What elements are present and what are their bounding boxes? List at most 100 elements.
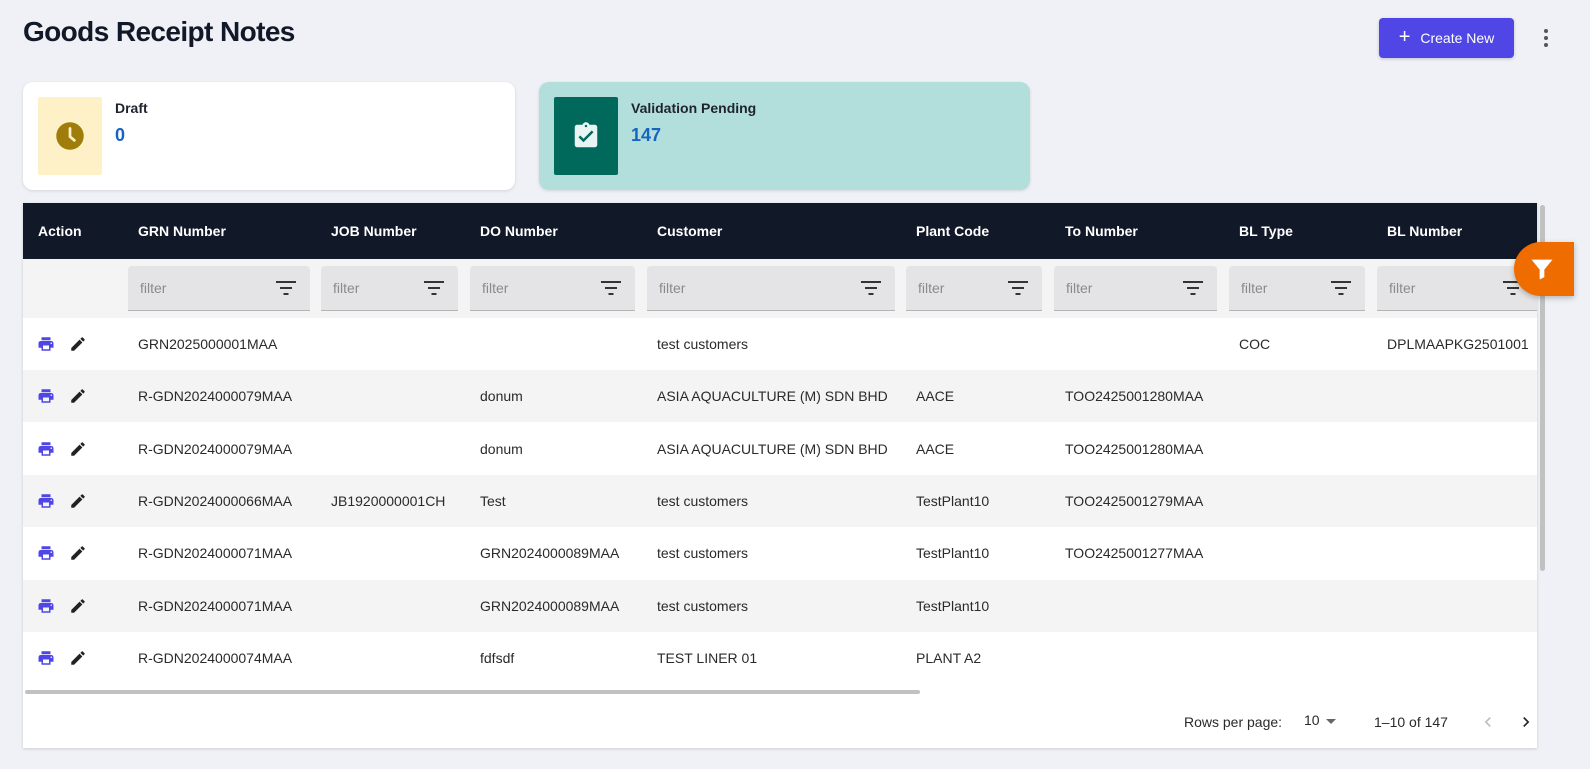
- table-row[interactable]: R-GDN2024000079MAA donum ASIA AQUACULTURE …: [23, 422, 1537, 475]
- cell-to: TOO2425001277MAA: [1065, 545, 1204, 562]
- filter-placeholder: filter: [1066, 280, 1093, 296]
- print-icon[interactable]: [37, 544, 55, 567]
- print-icon[interactable]: [37, 387, 55, 410]
- validation-pending-label: Validation Pending: [631, 100, 757, 116]
- more-vert-icon: [1544, 29, 1548, 33]
- cell-plant: TestPlant10: [916, 492, 990, 509]
- previous-page-button[interactable]: [1478, 712, 1498, 737]
- table-row[interactable]: R-GDN2024000066MAA JB1920000001CH Test test…: [23, 474, 1537, 527]
- filter-input-bl-number[interactable]: filter: [1377, 266, 1537, 311]
- table-header: Action GRN Number JOB Number DO Number C…: [23, 203, 1537, 259]
- filter-placeholder: filter: [918, 280, 945, 296]
- caret-down-icon: [1325, 718, 1336, 724]
- filter-input-job[interactable]: filter: [321, 266, 458, 311]
- filter-list-icon[interactable]: [276, 280, 296, 301]
- column-header-grn-number[interactable]: GRN Number: [138, 203, 226, 259]
- column-header-plant-code[interactable]: Plant Code: [916, 203, 989, 259]
- funnel-icon: [1531, 259, 1553, 280]
- cell-customer: test customers: [657, 597, 749, 614]
- edit-icon[interactable]: [69, 440, 87, 463]
- cell-grn: R-GDN2024000074MAA: [138, 649, 293, 666]
- next-page-button[interactable]: [1516, 712, 1536, 737]
- chevron-right-icon: [1523, 717, 1530, 727]
- table-row[interactable]: GRN2025000001MAA test customers COC DPLMAAP…: [23, 318, 1537, 370]
- filter-placeholder: filter: [659, 280, 686, 296]
- validation-pending-count: 147: [631, 125, 662, 145]
- column-header-action: Action: [38, 223, 82, 239]
- table-row[interactable]: R-GDN2024000071MAA GRN2024000089MAA test c…: [23, 579, 1537, 632]
- rows-per-page-value: 10: [1304, 712, 1320, 728]
- print-icon[interactable]: [37, 492, 55, 515]
- cell-customer: ASIA AQUACULTURE (M) SDN BHD: [657, 388, 888, 405]
- cell-do: Test: [480, 492, 506, 509]
- filter-input-to[interactable]: filter: [1054, 266, 1217, 311]
- cell-customer: test customers: [657, 492, 749, 509]
- edit-icon[interactable]: [69, 492, 87, 515]
- cell-to: TOO2425001280MAA: [1065, 388, 1204, 405]
- cell-do: GRN2024000089MAA: [480, 545, 620, 562]
- rows-per-page-label: Rows per page:: [1184, 714, 1283, 730]
- cell-plant: TestPlant10: [916, 597, 990, 614]
- chevron-left-icon: [1484, 717, 1491, 727]
- cell-customer: ASIA AQUACULTURE (M) SDN BHD: [657, 440, 888, 457]
- filter-list-icon[interactable]: [1008, 280, 1028, 301]
- column-header-do-number[interactable]: DO Number: [480, 203, 558, 259]
- print-icon[interactable]: [37, 440, 55, 463]
- filter-input-do[interactable]: filter: [470, 266, 635, 311]
- filter-input-customer[interactable]: filter: [647, 266, 895, 311]
- filter-list-icon[interactable]: [1183, 280, 1203, 301]
- edit-icon[interactable]: [69, 597, 87, 620]
- filter-list-icon[interactable]: [1331, 280, 1351, 301]
- create-new-label: Create New: [1420, 30, 1495, 46]
- pending-icon-box: [554, 97, 618, 175]
- cell-grn: GRN2025000001MAA: [138, 336, 278, 352]
- validation-pending-card[interactable]: Validation Pending 147: [539, 82, 1030, 190]
- filter-placeholder: filter: [1389, 280, 1416, 296]
- edit-icon[interactable]: [69, 335, 87, 358]
- table-row[interactable]: R-GDN2024000071MAA GRN2024000089MAA test c…: [23, 527, 1537, 580]
- cell-plant: TestPlant10: [916, 545, 990, 562]
- filter-input-grn[interactable]: filter: [128, 266, 310, 311]
- column-header-to-number[interactable]: To Number: [1065, 203, 1138, 259]
- table-row[interactable]: R-GDN2024000079MAA donum ASIA AQUACULTURE …: [23, 370, 1537, 423]
- filter-placeholder: filter: [482, 280, 509, 296]
- cell-do: donum: [480, 440, 523, 457]
- filter-placeholder: filter: [333, 280, 360, 296]
- page-title: Goods Receipt Notes: [23, 16, 295, 47]
- print-icon[interactable]: [37, 335, 55, 358]
- filter-fab-button[interactable]: [1514, 242, 1574, 296]
- filter-input-plant[interactable]: filter: [906, 266, 1042, 311]
- more-options-button[interactable]: [1533, 25, 1559, 51]
- draft-label: Draft: [115, 100, 148, 116]
- cell-grn: R-GDN2024000071MAA: [138, 597, 293, 614]
- cell-customer: test customers: [657, 336, 749, 352]
- horizontal-scrollbar[interactable]: [25, 690, 920, 694]
- filter-list-icon[interactable]: [601, 280, 621, 301]
- print-icon[interactable]: [37, 649, 55, 672]
- create-new-button[interactable]: + Create New: [1379, 18, 1514, 58]
- table-row[interactable]: R-GDN2024000074MAA fdfsdf TEST LINER 01 PLA…: [23, 631, 1537, 684]
- cell-bl-number: DPLMAAPKG2501001: [1387, 336, 1529, 352]
- cell-customer: TEST LINER 01: [657, 649, 758, 666]
- edit-icon[interactable]: [69, 649, 87, 672]
- cell-do: GRN2024000089MAA: [480, 597, 620, 614]
- clipboard-check-icon: [574, 122, 598, 148]
- filter-input-bl-type[interactable]: filter: [1229, 266, 1365, 311]
- pagination-range: 1–10 of 147: [1374, 714, 1448, 730]
- column-header-bl-type[interactable]: BL Type: [1239, 203, 1293, 259]
- filter-list-icon[interactable]: [424, 280, 444, 301]
- column-header-customer[interactable]: Customer: [657, 203, 722, 259]
- filter-placeholder: filter: [140, 280, 167, 296]
- filter-placeholder: filter: [1241, 280, 1268, 296]
- column-header-job-number[interactable]: JOB Number: [331, 203, 417, 259]
- draft-count: 0: [115, 125, 126, 145]
- draft-icon-box: [38, 97, 102, 175]
- edit-icon[interactable]: [69, 544, 87, 567]
- filter-list-icon[interactable]: [861, 280, 881, 301]
- grn-table: Action GRN Number JOB Number DO Number C…: [23, 203, 1537, 748]
- draft-card[interactable]: Draft 0: [23, 82, 515, 190]
- print-icon[interactable]: [37, 597, 55, 620]
- rows-per-page-select[interactable]: 10: [1304, 712, 1336, 728]
- column-header-bl-number[interactable]: BL Number: [1387, 203, 1462, 259]
- edit-icon[interactable]: [69, 387, 87, 410]
